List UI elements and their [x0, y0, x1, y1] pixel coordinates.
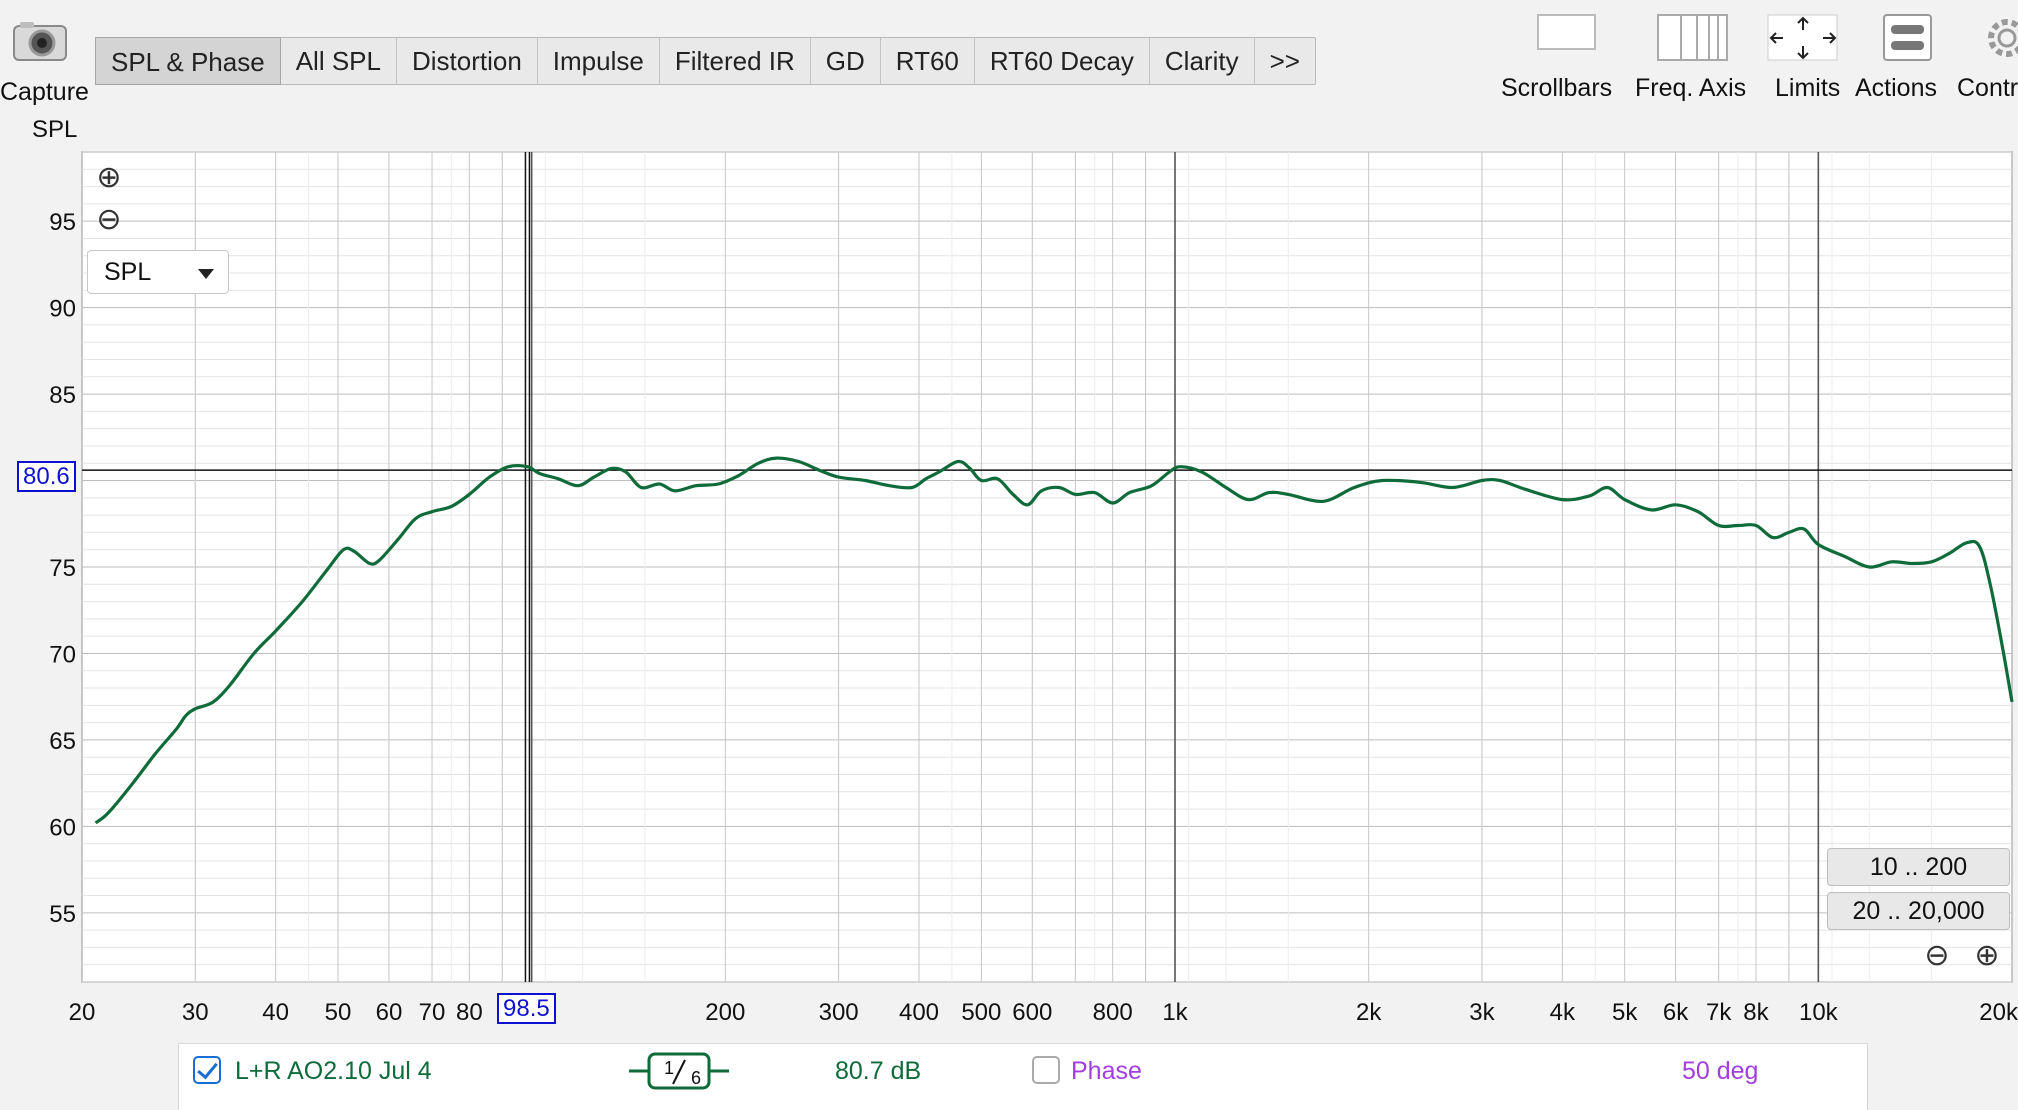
y-tick-label: 95 [49, 209, 76, 236]
zoom-out-y-icon[interactable]: ⊖ [92, 204, 126, 238]
tab-gd[interactable]: GD [811, 38, 881, 84]
actions-label: Actions [1855, 74, 1937, 102]
actions-icon [1883, 14, 1932, 61]
zoom-out-x-icon[interactable]: ⊖ [1920, 940, 1954, 974]
x-tick-label: 200 [705, 999, 745, 1026]
x-tick-label: 2k [1356, 999, 1382, 1026]
smoothing-numerator: 1 [664, 1058, 675, 1078]
x-tick-label: 7k [1706, 999, 1732, 1026]
trace-level: 80.7 dB [835, 1057, 922, 1085]
x-tick-label: 20 [69, 999, 96, 1026]
x-tick-label: 50 [325, 999, 352, 1026]
y-tick-label: 75 [49, 555, 76, 582]
capture-button[interactable]: Capture [0, 10, 90, 106]
trace-visible-checkbox[interactable] [193, 1056, 221, 1084]
x-tick-label: 30 [182, 999, 209, 1026]
phase-checkbox[interactable] [1032, 1056, 1060, 1084]
range-10-200-button[interactable]: 10 .. 200 [1827, 848, 2010, 886]
y-tick-label: 70 [49, 641, 76, 668]
scrollbars-icon [1537, 14, 1596, 50]
x-tick-label: 300 [819, 999, 859, 1026]
tab-all-spl[interactable]: All SPL [281, 38, 397, 84]
cursor-x-readout: 98.5 [497, 993, 556, 1024]
zoom-in-x-icon[interactable]: ⊕ [1970, 940, 2004, 974]
freq-axis-label: Freq. Axis [1635, 74, 1747, 102]
x-tick-label: 70 [419, 999, 446, 1026]
x-tick-label: 400 [899, 999, 939, 1026]
trace-select[interactable]: SPL [87, 250, 229, 294]
y-tick-label: 60 [49, 814, 76, 841]
tab-bar: SPL & Phase All SPL Distortion Impulse F… [95, 37, 1316, 85]
camera-icon [13, 22, 67, 61]
smoothing-denominator: 6 [691, 1068, 702, 1088]
zoom-in-y-icon[interactable]: ⊕ [92, 162, 126, 196]
x-tick-label: 60 [376, 999, 403, 1026]
gear-icon [1988, 19, 2018, 57]
x-tick-label: 500 [961, 999, 1001, 1026]
chevron-down-icon [198, 269, 214, 279]
y-tick-label: 90 [49, 296, 76, 323]
y-tick-label: 65 [49, 728, 76, 755]
y-tick-label: 85 [49, 382, 76, 409]
phase-label: Phase [1071, 1057, 1142, 1085]
range-20-20000-button[interactable]: 20 .. 20,000 [1827, 892, 2010, 930]
smoothing-control[interactable] [629, 1050, 729, 1092]
limits-label: Limits [1775, 74, 1841, 102]
legend-panel: L+R AO2.10 Jul 4 1 6 80.7 dB Phase 50 de… [178, 1043, 1868, 1110]
tab-more[interactable]: >> [1255, 38, 1315, 84]
x-tick-label: 5k [1612, 999, 1638, 1026]
scrollbars-label: Scrollbars [1501, 74, 1613, 102]
spl-graph[interactable]: 5560657075808590952030405060708020030040… [0, 140, 2018, 1040]
x-tick-label: 3k [1469, 999, 1495, 1026]
freq-axis-icon [1657, 14, 1728, 61]
cursor-y-readout: 80.6 [17, 461, 76, 492]
x-tick-label: 40 [262, 999, 289, 1026]
x-tick-label: 600 [1012, 999, 1052, 1026]
tab-spl-phase[interactable]: SPL & Phase [95, 37, 281, 85]
x-tick-label: 1k [1162, 999, 1188, 1026]
tab-rt60-decay[interactable]: RT60 Decay [975, 38, 1150, 84]
tab-rt60[interactable]: RT60 [881, 38, 975, 84]
phase-value: 50 deg [1682, 1057, 1759, 1085]
x-tick-label: 20k [1979, 999, 2018, 1026]
x-tick-label: 6k [1663, 999, 1689, 1026]
limits-icon [1767, 14, 1838, 61]
x-tick-label: 800 [1093, 999, 1133, 1026]
x-tick-label: 8k [1743, 999, 1769, 1026]
y-tick-label: 55 [49, 901, 76, 928]
x-tick-label: 4k [1550, 999, 1576, 1026]
tab-distortion[interactable]: Distortion [397, 38, 538, 84]
x-tick-label: 10k [1799, 999, 1839, 1026]
tab-clarity[interactable]: Clarity [1150, 38, 1255, 84]
spl-chart[interactable]: 5560657075808590952030405060708020030040… [0, 140, 2018, 1040]
capture-label: Capture [0, 78, 89, 106]
controls-label: Contr [1957, 74, 2018, 102]
tab-filtered-ir[interactable]: Filtered IR [660, 38, 811, 84]
x-tick-label: 80 [456, 999, 483, 1026]
trace-select-value: SPL [104, 258, 152, 286]
tab-impulse[interactable]: Impulse [538, 38, 660, 84]
trace-name: L+R AO2.10 Jul 4 [235, 1057, 432, 1085]
